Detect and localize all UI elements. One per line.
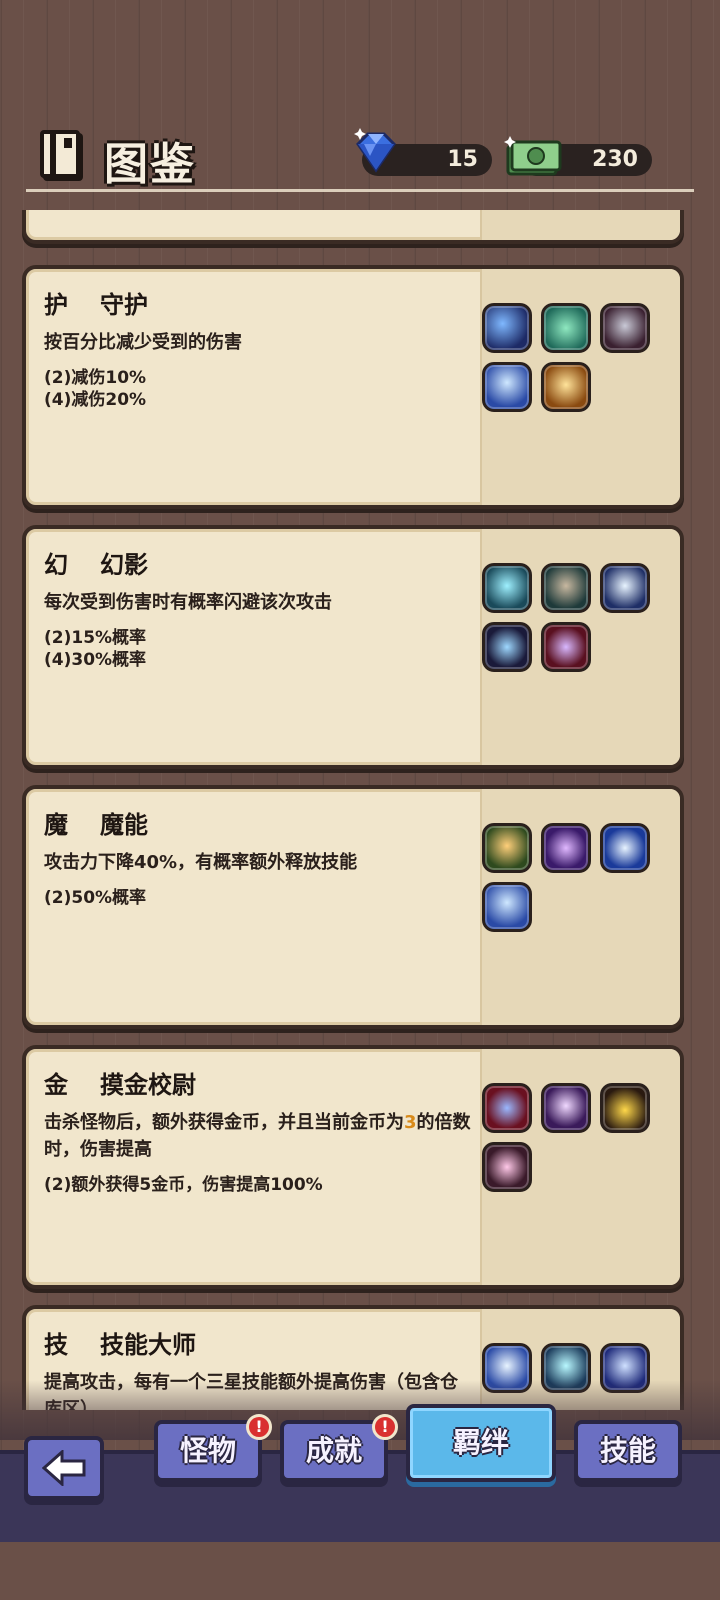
bond-description: 每次受到伤害时有概率闪避该次攻击: [44, 592, 332, 613]
crimson-vortex-skill-icon[interactable]: [541, 622, 591, 672]
bond-name: 魔能: [100, 811, 148, 839]
back-button[interactable]: [24, 1436, 104, 1500]
bond-badge: 金: [44, 1071, 68, 1099]
pink-spiral-skill-icon[interactable]: [482, 1142, 532, 1192]
bond-bonus: (2)15%概率: [44, 628, 147, 648]
ice-flame-skill-icon[interactable]: [482, 882, 532, 932]
bond-name: 幻影: [100, 551, 148, 579]
bond-description: 击杀怪物后，额外获得金币，并且当前金币为3的倍数时，伤害提高: [44, 1109, 474, 1163]
bond-name: 技能大师: [100, 1331, 196, 1359]
bond-badge: 护: [44, 291, 68, 319]
purple-galaxy-skill-icon[interactable]: [541, 823, 591, 873]
header: 图鉴 15 230: [0, 0, 720, 200]
shatter-burst-skill-icon[interactable]: [600, 563, 650, 613]
bond-badge: 幻: [44, 551, 68, 579]
bond-description-highlight: 3: [404, 1112, 417, 1133]
fire-staff-skill-icon[interactable]: [482, 823, 532, 873]
cash-icon: [504, 136, 562, 176]
blue-sword-skill-icon[interactable]: [482, 303, 532, 353]
bond-description-text: 击杀怪物后，额外获得金币，并且当前金币为: [44, 1112, 404, 1133]
ice-flame-skill-icon[interactable]: [482, 362, 532, 412]
back-arrow-icon: [42, 1450, 86, 1486]
cash-count: 230: [592, 147, 638, 172]
phantom-missile-skill-icon[interactable]: [541, 563, 591, 613]
alert-badge-icon: !: [372, 1414, 398, 1440]
tab-monsters[interactable]: 怪物 !: [154, 1414, 272, 1482]
silver-disc-skill-icon[interactable]: [600, 303, 650, 353]
tab-label: 成就: [305, 1434, 362, 1467]
tab-label: 技能: [599, 1434, 656, 1467]
bond-description: 按百分比减少受到的伤害: [44, 332, 242, 353]
bond-name: 摸金校尉: [100, 1071, 196, 1099]
tab-label: 羁绊: [452, 1426, 509, 1459]
bond-card-phantom[interactable]: 幻 幻影 每次受到伤害时有概率闪避该次攻击 (2)15%概率 (4)30%概率: [22, 525, 684, 769]
gem-icon: [354, 128, 396, 173]
bond-bonus: (2)额外获得5金币，伤害提高100%: [44, 1175, 323, 1195]
page-title: 图鉴: [104, 139, 196, 190]
purple-wing-skill-icon[interactable]: [541, 1083, 591, 1133]
blue-vortex-skill-icon[interactable]: [600, 823, 650, 873]
lightning-bolt-skill-icon[interactable]: [482, 563, 532, 613]
header-divider: [26, 189, 694, 192]
bottom-background: [0, 1542, 720, 1600]
tab-skills[interactable]: 技能: [574, 1420, 682, 1482]
shuriken-skill-icon[interactable]: [482, 1083, 532, 1133]
tab-achievements[interactable]: 成就 !: [280, 1414, 398, 1482]
tab-label: 怪物: [179, 1434, 236, 1467]
bond-card-magic[interactable]: 魔 魔能 攻击力下降40%，有概率额外释放技能 (2)50%概率: [22, 785, 684, 1029]
green-orb-skill-icon[interactable]: [541, 303, 591, 353]
bond-list[interactable]: 护 守护 按百分比减少受到的伤害 (2)减伤10% (4)减伤20% 幻 幻影 …: [0, 210, 720, 1410]
gold-coin-skill-icon[interactable]: [600, 1083, 650, 1133]
ghost-ring-skill-icon[interactable]: [482, 622, 532, 672]
bond-bonus: (2)50%概率: [44, 888, 147, 908]
alert-badge-icon: !: [246, 1414, 272, 1440]
bond-description: 攻击力下降40%，有概率额外释放技能: [44, 852, 358, 873]
tab-bonds[interactable]: 羁绊: [406, 1404, 556, 1482]
bond-bonus: (2)减伤10%: [44, 368, 147, 388]
bond-name: 守护: [100, 291, 148, 319]
bond-bonus: (4)30%概率: [44, 650, 147, 670]
bond-badge: 技: [44, 1331, 68, 1359]
book-icon: [40, 130, 80, 178]
bond-badge: 魔: [44, 811, 68, 839]
bond-card-partial: [22, 210, 684, 244]
gold-flame-skill-icon[interactable]: [541, 362, 591, 412]
bond-bonus: (4)减伤20%: [44, 390, 147, 410]
bond-card-guard[interactable]: 护 守护 按百分比减少受到的伤害 (2)减伤10% (4)减伤20%: [22, 265, 684, 509]
gem-count: 15: [447, 147, 478, 172]
bond-card-gold-raider[interactable]: 金 摸金校尉 击杀怪物后，额外获得金币，并且当前金币为3的倍数时，伤害提高 (2…: [22, 1045, 684, 1289]
